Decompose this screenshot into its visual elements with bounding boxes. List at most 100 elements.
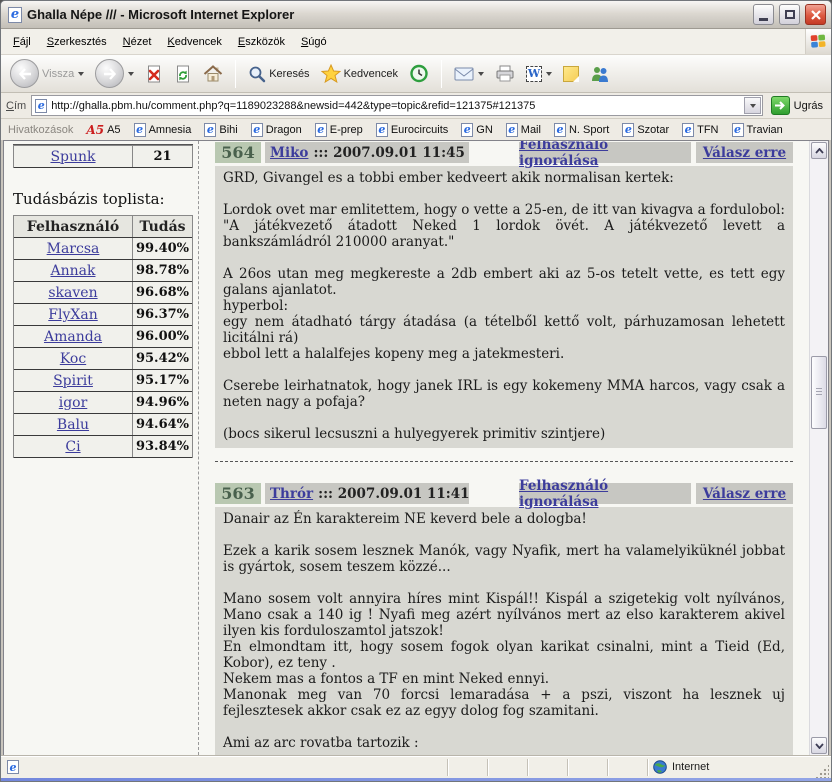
links-bar-item[interactable]: e N. Sport (554, 123, 609, 137)
post-author-link[interactable]: Miko (270, 145, 308, 161)
forward-dropdown-icon[interactable] (128, 72, 134, 76)
menu-item[interactable]: Súgó (293, 32, 335, 52)
user-score: 94.64% (133, 414, 192, 435)
user-link[interactable]: igor (59, 395, 88, 411)
ignore-user-link[interactable]: Felhasználó ignorálása (519, 141, 691, 169)
reply-link[interactable]: Válasz erre (703, 486, 786, 502)
sidebar-partial-table: Spunk 21 (13, 145, 193, 168)
user-link[interactable]: Amanda (44, 329, 102, 345)
vertical-scrollbar[interactable] (809, 141, 828, 755)
links-bar-item[interactable]: A5 A5 (86, 123, 120, 137)
post-header: 564 Miko ::: 2007.09.01 11:45 i Felhaszn… (215, 142, 793, 163)
scrollbar-thumb[interactable] (811, 356, 827, 429)
messenger-button[interactable] (588, 63, 612, 84)
links-bar-item[interactable]: e GN (461, 123, 493, 137)
menu-item[interactable]: Fájl (5, 32, 39, 52)
links-bar-item-label: GN (476, 124, 493, 136)
standard-buttons-toolbar: Vissza (1, 55, 831, 93)
user-link[interactable]: Spunk (50, 149, 95, 165)
print-button[interactable] (493, 63, 517, 84)
back-dropdown-icon[interactable] (78, 72, 84, 76)
forward-button[interactable] (93, 57, 136, 90)
links-bar-item[interactable]: e Amnesia (134, 123, 192, 137)
user-link[interactable]: Koc (60, 351, 86, 367)
edit-button[interactable]: W (524, 64, 554, 84)
scroll-up-button[interactable] (811, 142, 827, 159)
menu-item[interactable]: Eszközök (230, 32, 293, 52)
links-bar-item[interactable]: e Szotar (622, 123, 669, 137)
user-score: 95.42% (133, 348, 192, 369)
favorites-button[interactable]: Kedvencek (319, 62, 400, 85)
address-dropdown-button[interactable] (744, 97, 761, 114)
search-button[interactable]: Keresés (246, 63, 311, 85)
post-datetime: ::: 2007.09.01 11:41 (318, 486, 469, 502)
ie-page-icon: e (8, 7, 22, 23)
user-link[interactable]: skaven (48, 285, 97, 301)
window-bottom-edge (1, 778, 831, 781)
user-link[interactable]: FlyXan (48, 307, 97, 323)
maximize-icon (785, 10, 795, 19)
post-author-cell: Miko ::: 2007.09.01 11:45 i (265, 142, 469, 163)
table-row: Spunk 21 (14, 146, 192, 168)
user-link[interactable]: Marcsa (47, 241, 100, 257)
links-bar-item[interactable]: e Travian (732, 123, 783, 137)
stop-button[interactable] (143, 63, 165, 85)
maximize-button[interactable] (779, 4, 800, 25)
user-link[interactable]: Spirit (53, 373, 93, 389)
address-bar: Cím e Ugrás (1, 93, 831, 119)
links-bar-item[interactable]: e Eurocircuits (376, 123, 448, 137)
links-bar-item[interactable]: e Mail (506, 123, 541, 137)
chevron-up-icon (815, 148, 824, 154)
status-pane (447, 759, 487, 776)
status-left-pane: e (3, 760, 447, 774)
post-author-cell: Thrór ::: 2007.09.01 11:41 i (265, 483, 469, 504)
mail-button[interactable] (452, 65, 486, 83)
go-button[interactable]: Ugrás (768, 96, 826, 115)
history-button[interactable] (407, 62, 431, 85)
status-bar: e Internet (1, 755, 831, 778)
table-row: FlyXan 96.37% (14, 304, 192, 326)
reply-link[interactable]: Válasz erre (703, 145, 786, 161)
a5-logo-icon: A5 (86, 123, 104, 137)
user-score: 96.00% (133, 326, 192, 347)
links-bar-item[interactable]: e Dragon (251, 123, 302, 137)
forum-post: 564 Miko ::: 2007.09.01 11:45 i Felhaszn… (215, 142, 793, 462)
user-link[interactable]: Balu (57, 417, 89, 433)
print-icon (495, 65, 515, 82)
links-bar-item-label: Bihi (219, 124, 237, 136)
status-pane (567, 759, 607, 776)
ie-page-icon: e (134, 123, 146, 137)
close-button[interactable] (805, 4, 826, 25)
home-button[interactable] (201, 63, 225, 84)
table-row: Annak 98.78% (14, 260, 192, 282)
user-link[interactable]: Annak (51, 263, 96, 279)
post-author-link[interactable]: Thrór (270, 486, 313, 502)
links-bar-item[interactable]: e Bihi (204, 123, 237, 137)
close-icon (811, 10, 821, 20)
mail-dropdown-icon[interactable] (478, 72, 484, 76)
ie-page-icon: e (204, 123, 216, 137)
discuss-button[interactable] (561, 64, 581, 84)
menu-item[interactable]: Kedvencek (159, 32, 229, 52)
url-input[interactable] (51, 97, 739, 114)
scroll-down-button[interactable] (811, 737, 827, 754)
menu-item[interactable]: Nézet (115, 32, 160, 52)
back-icon (10, 59, 39, 88)
table-row: Koc 95.42% (14, 348, 192, 370)
resize-grip[interactable] (815, 764, 829, 778)
user-link[interactable]: Ci (65, 439, 80, 455)
links-bar-item-label: E-prep (330, 124, 363, 136)
edit-dropdown-icon[interactable] (546, 72, 552, 76)
links-bar-item-label: Mail (521, 124, 541, 136)
refresh-button[interactable] (172, 63, 194, 85)
ie-page-icon: e (554, 123, 566, 137)
security-zone-pane: Internet (647, 759, 815, 776)
post-body: GRD, Givangel es a tobbi ember kedveert … (215, 166, 793, 448)
links-bar-item[interactable]: e TFN (682, 123, 718, 137)
links-bar-item[interactable]: e E-prep (315, 123, 363, 137)
back-button[interactable]: Vissza (8, 57, 86, 90)
ignore-user-link[interactable]: Felhasználó ignorálása (519, 478, 691, 510)
minimize-button[interactable] (753, 4, 774, 25)
menu-item[interactable]: Szerkesztés (39, 32, 115, 52)
post-separator (215, 461, 793, 462)
